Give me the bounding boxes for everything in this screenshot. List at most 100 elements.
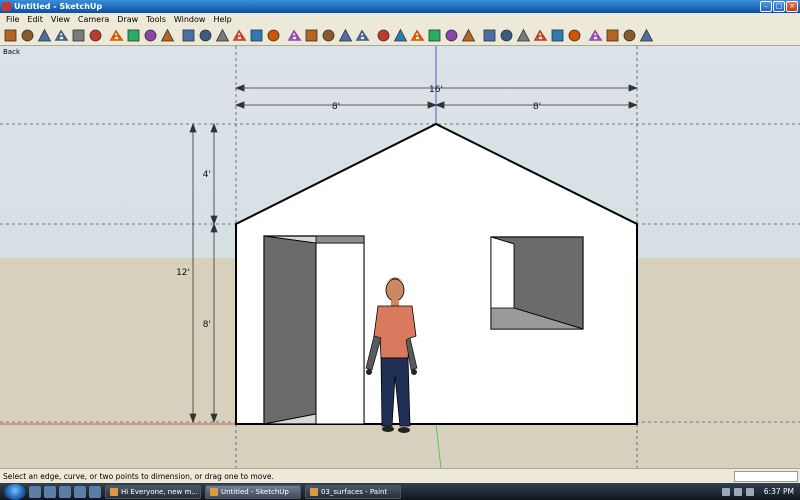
drawing-viewport[interactable]: Back 16' 8' 8' 12' 4' 8' (0, 46, 800, 468)
quicklaunch-browser-icon[interactable] (59, 485, 71, 498)
push-pull-icon[interactable] (303, 27, 320, 44)
dimension-arrow (234, 84, 245, 92)
look-around-icon[interactable] (604, 27, 621, 44)
paint-bucket-icon[interactable] (142, 27, 159, 44)
measurements-box[interactable] (734, 471, 798, 482)
menu-bar: File Edit View Camera Draw Tools Window … (0, 13, 800, 25)
eraser-icon[interactable] (125, 27, 142, 44)
menu-view[interactable]: View (47, 15, 74, 24)
rotate-icon[interactable] (320, 27, 337, 44)
axes-icon[interactable] (443, 27, 460, 44)
person-neck (391, 300, 399, 306)
menu-camera[interactable]: Camera (74, 15, 113, 24)
dimension-arrow (210, 122, 218, 133)
sketchup-app-icon[interactable] (2, 2, 11, 11)
arc-icon[interactable] (231, 27, 248, 44)
dimension-label-8-vertical: 8' (203, 320, 211, 330)
dimension-arrow (628, 101, 639, 109)
scene-canvas[interactable]: 16' 8' 8' 12' 4' 8' (0, 46, 800, 468)
close-button[interactable]: × (786, 1, 798, 12)
dimension-label-right-8: 8' (533, 102, 541, 112)
paint-icon[interactable] (87, 27, 104, 44)
dimension-icon[interactable] (392, 27, 409, 44)
menu-draw[interactable]: Draw (113, 15, 142, 24)
taskbar-button-browser[interactable]: Hi Everyone, new m... (105, 484, 201, 499)
rectangle-icon[interactable] (180, 27, 197, 44)
security-icon[interactable] (745, 487, 754, 496)
quicklaunch-mail-icon[interactable] (74, 485, 86, 498)
tape-measure-icon[interactable] (375, 27, 392, 44)
dimension-height-total[interactable] (189, 122, 197, 424)
sketchup-app-icon (210, 487, 218, 496)
sketchup-window: Untitled - SketchUp – □ × File Edit View… (0, 0, 800, 500)
menu-edit[interactable]: Edit (23, 15, 47, 24)
title-bar: Untitled - SketchUp – □ × (0, 0, 800, 13)
taskbar-button-label: Untitled - SketchUp (221, 487, 289, 496)
taskbar-button-sketchup[interactable]: Untitled - SketchUp (205, 484, 301, 499)
zoom-window-icon[interactable] (532, 27, 549, 44)
house-icon[interactable] (2, 27, 19, 44)
dimension-height-wall[interactable] (210, 222, 218, 424)
start-button[interactable] (4, 483, 26, 500)
dimension-arrow (628, 84, 639, 92)
menu-tools[interactable]: Tools (142, 15, 170, 24)
menu-file[interactable]: File (2, 15, 23, 24)
menu-help[interactable]: Help (209, 15, 235, 24)
person-head (385, 278, 405, 302)
3d-text-icon[interactable] (460, 27, 477, 44)
zoom-icon[interactable] (515, 27, 532, 44)
dimension-label-left-8: 8' (332, 102, 340, 112)
dimension-arrow (189, 122, 197, 133)
save-icon[interactable] (53, 27, 70, 44)
person-left-shoe (382, 426, 394, 432)
quicklaunch-switch-icon[interactable] (44, 485, 56, 498)
dimension-arrow (427, 101, 438, 109)
house-outline-icon[interactable] (70, 27, 87, 44)
line-icon[interactable] (197, 27, 214, 44)
dimension-label-4: 4' (203, 170, 211, 180)
quicklaunch-media-icon[interactable] (89, 485, 101, 498)
text-icon[interactable] (426, 27, 443, 44)
dimension-arrow (210, 215, 218, 226)
person-right-hand (411, 369, 417, 375)
walk-icon[interactable] (621, 27, 638, 44)
minimize-button[interactable]: – (760, 1, 772, 12)
section-plane-icon[interactable] (638, 27, 655, 44)
taskbar-button-paint[interactable]: 03_surfaces - Paint (305, 484, 401, 499)
previous-icon[interactable] (566, 27, 583, 44)
circle-icon[interactable] (214, 27, 231, 44)
system-clock[interactable]: 6:37 PM (764, 487, 794, 496)
dimension-arrow (234, 101, 245, 109)
home-icon[interactable] (36, 27, 53, 44)
door-back (315, 242, 365, 425)
move-icon[interactable] (286, 27, 303, 44)
dimension-height-roof[interactable] (210, 122, 218, 226)
orbit-icon[interactable] (481, 27, 498, 44)
scale-icon[interactable] (354, 27, 371, 44)
status-bar: Select an edge, curve, or two points to … (0, 468, 800, 483)
dimension-label-16: 16' (429, 85, 443, 95)
quicklaunch-desktop-icon[interactable] (29, 485, 41, 498)
volume-icon[interactable] (733, 487, 742, 496)
position-camera-icon[interactable] (587, 27, 604, 44)
green-axis (435, 423, 442, 468)
person-right-shoe (398, 427, 410, 433)
menu-window[interactable]: Window (170, 15, 210, 24)
maximize-button[interactable]: □ (773, 1, 785, 12)
door-icon[interactable] (19, 27, 36, 44)
erase-tool-icon[interactable] (159, 27, 176, 44)
pan-icon[interactable] (498, 27, 515, 44)
freehand-icon[interactable] (265, 27, 282, 44)
polygon-icon[interactable] (248, 27, 265, 44)
dimension-arrow (434, 101, 445, 109)
door-top (315, 235, 365, 244)
protractor-icon[interactable] (409, 27, 426, 44)
main-toolbar (0, 25, 800, 46)
window-title: Untitled - SketchUp (14, 2, 103, 11)
zoom-extents-icon[interactable] (549, 27, 566, 44)
windows-taskbar: Hi Everyone, new m... Untitled - SketchU… (0, 483, 800, 500)
select-icon[interactable] (108, 27, 125, 44)
follow-me-icon[interactable] (337, 27, 354, 44)
network-icon[interactable] (721, 487, 730, 496)
dimension-arrow (189, 413, 197, 424)
